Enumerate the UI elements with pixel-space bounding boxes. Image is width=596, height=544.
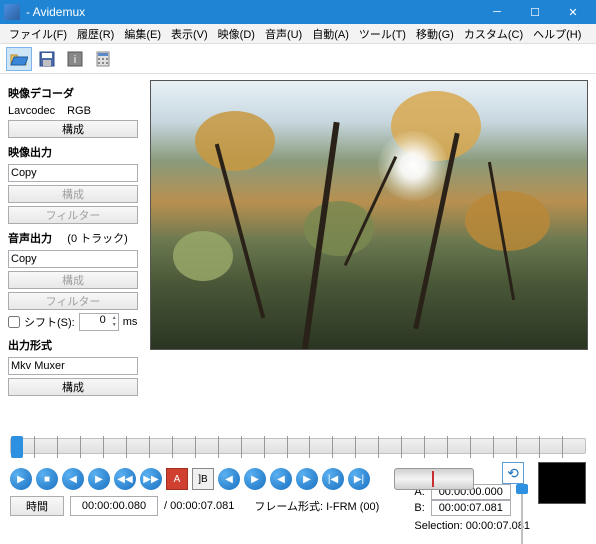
window-title: - Avidemux <box>26 5 478 19</box>
decoder-format: RGB <box>67 105 91 117</box>
jog-wheel[interactable] <box>394 468 474 490</box>
video-configure-button[interactable]: 構成 <box>8 185 138 203</box>
menu-audio[interactable]: 音声(U) <box>260 24 307 44</box>
video-output-select[interactable]: Copy <box>8 164 138 182</box>
save-icon[interactable] <box>34 47 60 71</box>
marker-a-button[interactable]: A <box>166 468 188 490</box>
svg-text:i: i <box>74 54 76 66</box>
menu-file[interactable]: ファイル(F) <box>4 24 72 44</box>
bottom-panel: ▶ ■ ◀ ▶ ◀◀ ▶▶ A ]B ◀ ▶ ◀ ▶ |◀ ▶| 時間 00:0… <box>0 426 596 538</box>
audio-output-select[interactable]: Copy <box>8 250 138 268</box>
goto-end-button[interactable]: ▶| <box>348 468 370 490</box>
menubar: ファイル(F) 履歴(R) 編集(E) 表示(V) 映像(D) 音声(U) 自動… <box>0 24 596 44</box>
audio-configure-button[interactable]: 構成 <box>8 271 138 289</box>
shift-unit: ms <box>123 316 138 328</box>
play-button[interactable]: ▶ <box>10 468 32 490</box>
minimize-button[interactable]: ─ <box>478 0 516 24</box>
close-button[interactable]: ✕ <box>554 0 592 24</box>
shift-spinner[interactable]: 0 <box>79 313 119 331</box>
info-icon[interactable]: i <box>62 47 88 71</box>
time-button[interactable]: 時間 <box>10 496 64 516</box>
loop-icon[interactable]: ⟲ <box>502 462 524 484</box>
video-output-header: 映像出力 <box>8 144 142 160</box>
maximize-button[interactable]: ☐ <box>516 0 554 24</box>
stop-button[interactable]: ■ <box>36 468 58 490</box>
time-current-field[interactable]: 00:00:00.080 <box>70 496 158 516</box>
decoder-codec: Lavcodec <box>8 105 55 117</box>
prev-black-button[interactable]: ◀ <box>270 468 292 490</box>
preview-pane <box>150 74 596 426</box>
marker-b-label: B: <box>414 500 424 516</box>
menu-auto[interactable]: 自動(A) <box>307 24 354 44</box>
app-icon <box>4 4 20 20</box>
toolbar: i <box>0 44 596 74</box>
decoder-configure-button[interactable]: 構成 <box>8 120 138 138</box>
sidebar: 映像デコーダ Lavcodec RGB 構成 映像出力 Copy 構成 フィルタ… <box>0 74 150 426</box>
next-black-button[interactable]: ▶ <box>296 468 318 490</box>
menu-help[interactable]: ヘルプ(H) <box>528 24 586 44</box>
format-configure-button[interactable]: 構成 <box>8 378 138 396</box>
decoder-header: 映像デコーダ <box>8 85 142 101</box>
video-filter-button[interactable]: フィルター <box>8 206 138 224</box>
timeline-slider[interactable] <box>10 438 586 454</box>
goto-start-button[interactable]: |◀ <box>322 468 344 490</box>
calc-icon[interactable] <box>90 47 116 71</box>
menu-view[interactable]: 表示(V) <box>166 24 213 44</box>
frame-type-label: フレーム形式: I-FRM (00) <box>254 498 379 514</box>
menu-video[interactable]: 映像(D) <box>213 24 260 44</box>
next-cut-button[interactable]: ▶ <box>244 468 266 490</box>
menu-recent[interactable]: 履歴(R) <box>72 24 119 44</box>
next-frame-button[interactable]: ▶ <box>88 468 110 490</box>
player-controls: ▶ ■ ◀ ▶ ◀◀ ▶▶ A ]B ◀ ▶ ◀ ▶ |◀ ▶| <box>10 468 488 490</box>
audio-output-header: 音声出力 (0 トラック) <box>8 230 142 246</box>
audio-meter <box>538 462 586 504</box>
prev-cut-button[interactable]: ◀ <box>218 468 240 490</box>
open-icon[interactable] <box>6 47 32 71</box>
timeline-thumb[interactable] <box>11 436 23 458</box>
video-preview <box>150 80 588 350</box>
time-total-label: / 00:00:07.081 <box>164 500 234 512</box>
titlebar: - Avidemux ─ ☐ ✕ <box>0 0 596 24</box>
selection-label: Selection: 00:00:07.081 <box>414 518 530 534</box>
prev-frame-button[interactable]: ◀ <box>62 468 84 490</box>
audio-filter-button[interactable]: フィルター <box>8 292 138 310</box>
audio-tracks-label: (0 トラック) <box>67 233 128 245</box>
menu-edit[interactable]: 編集(E) <box>119 24 166 44</box>
format-select[interactable]: Mkv Muxer <box>8 357 138 375</box>
selection-block: A:00:00:00.000 B:00:00:07.081 Selection:… <box>414 484 530 534</box>
shift-checkbox[interactable] <box>8 316 20 328</box>
menu-go[interactable]: 移動(G) <box>411 24 459 44</box>
marker-b-value: 00:00:07.081 <box>431 500 511 516</box>
next-keyframe-button[interactable]: ▶▶ <box>140 468 162 490</box>
marker-b-button[interactable]: ]B <box>192 468 214 490</box>
volume-slider[interactable] <box>518 484 526 544</box>
menu-tools[interactable]: ツール(T) <box>354 24 411 44</box>
prev-keyframe-button[interactable]: ◀◀ <box>114 468 136 490</box>
format-header: 出力形式 <box>8 337 142 353</box>
shift-label: シフト(S): <box>24 314 75 330</box>
menu-custom[interactable]: カスタム(C) <box>459 24 528 44</box>
